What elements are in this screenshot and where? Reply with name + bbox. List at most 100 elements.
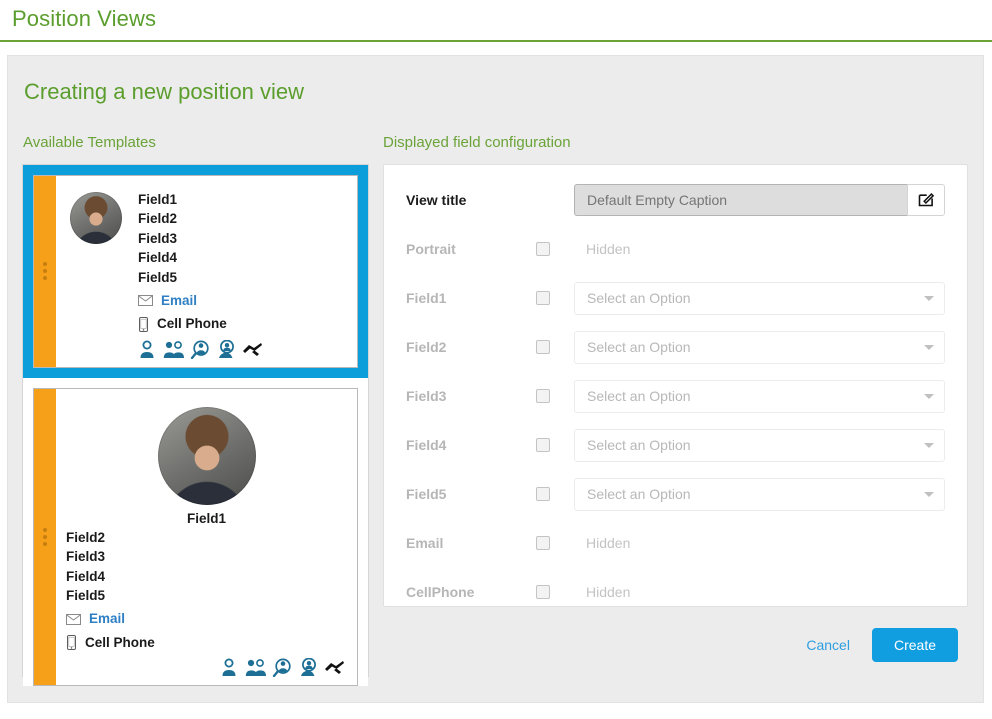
panel-title: Creating a new position view [24, 79, 305, 104]
template-field-1: Field1 [138, 192, 178, 207]
group-icon[interactable] [245, 658, 267, 677]
template-email-label: Email [89, 611, 126, 627]
config-row-cellphone: CellPhone Hidden [406, 575, 945, 609]
config-label-field3: Field3 [406, 388, 447, 404]
chevron-down-icon [924, 393, 934, 399]
config-label-field2: Field2 [406, 339, 447, 355]
template-fields: Field1 Field2 Field3 Field4 Field5 Email [138, 190, 265, 359]
template-drag-strip[interactable] [34, 388, 56, 686]
config-select-value-field2: Select an Option [587, 339, 691, 355]
template-title-field: Field1 [186, 510, 226, 526]
group-icon[interactable] [163, 340, 185, 359]
config-checkbox-email[interactable] [536, 536, 550, 550]
template-cellphone-label: Cell Phone [157, 316, 227, 332]
config-row-field3: Field3 Select an Option [406, 379, 945, 413]
config-select-value-field3: Select an Option [587, 388, 691, 404]
config-label-field5: Field5 [406, 486, 447, 502]
drag-handle-dots-icon [43, 262, 47, 281]
config-select-field2[interactable]: Select an Option [574, 330, 945, 364]
template-email-row: Email [66, 609, 347, 628]
person-chat-icon[interactable] [298, 658, 319, 677]
template-card-vertical[interactable]: Field1 Field2 Field3 Field4 Field5 Email [23, 377, 368, 687]
templates-list: Field1 Field2 Field3 Field4 Field5 Email [22, 164, 369, 687]
config-row-field1: Field1 Select an Option [406, 281, 945, 315]
template-card-inner: Field1 Field2 Field3 Field4 Field5 Email [33, 175, 358, 368]
template-field-2: Field2 [66, 529, 106, 545]
config-row-portrait: Portrait Hidden [406, 232, 945, 266]
field-configuration-panel: View title Portrait Hidden Field1 Sel [383, 164, 968, 607]
config-checkbox-field2[interactable] [536, 340, 550, 354]
template-field-4: Field4 [138, 250, 178, 266]
config-label-field1: Field1 [406, 290, 447, 306]
config-checkbox-field4[interactable] [536, 438, 550, 452]
config-select-field4[interactable]: Select an Option [574, 428, 945, 462]
page-header: Position Views [0, 0, 992, 42]
template-drag-strip[interactable] [34, 176, 56, 367]
config-value-email: Hidden [586, 535, 631, 551]
template-email-row: Email [138, 291, 265, 310]
template-field-5: Field5 [138, 269, 178, 285]
template-fields: Field2 Field3 Field4 Field5 Email Cell P… [66, 528, 347, 678]
template-card-horizontal[interactable]: Field1 Field2 Field3 Field4 Field5 Email [23, 165, 368, 378]
template-email-label: Email [161, 293, 198, 309]
template-cellphone-row: Cell Phone [138, 314, 265, 333]
edit-square-icon [918, 191, 935, 210]
config-select-field5[interactable]: Select an Option [574, 477, 945, 511]
view-title-label: View title [406, 192, 467, 208]
template-field-3: Field3 [66, 549, 106, 565]
template-body: Field1 Field2 Field3 Field4 Field5 Email [56, 176, 357, 367]
config-checkbox-field3[interactable] [536, 389, 550, 403]
config-select-field1[interactable]: Select an Option [574, 281, 945, 315]
view-title-input[interactable] [574, 184, 907, 216]
config-checkbox-field5[interactable] [536, 487, 550, 501]
config-select-value-field4: Select an Option [587, 437, 691, 453]
chevron-down-icon [924, 491, 934, 497]
person-search-icon[interactable] [190, 340, 211, 359]
config-row-email: Email Hidden [406, 526, 945, 560]
mobile-phone-icon [66, 635, 77, 651]
handshake-icon[interactable] [324, 658, 345, 677]
template-body: Field1 Field2 Field3 Field4 Field5 Email [56, 389, 357, 685]
create-button[interactable]: Create [871, 628, 958, 662]
config-label-cellphone: CellPhone [406, 584, 475, 600]
footer-actions: Cancel Create [802, 628, 958, 662]
template-action-icons [66, 658, 347, 678]
config-row-field2: Field2 Select an Option [406, 330, 945, 364]
drag-handle-dots-icon [43, 528, 47, 547]
config-row-field5: Field5 Select an Option [406, 477, 945, 511]
template-cellphone-label: Cell Phone [85, 634, 155, 650]
template-field-3: Field3 [138, 230, 178, 246]
view-title-edit-button[interactable] [907, 184, 945, 216]
person-search-icon[interactable] [272, 658, 293, 678]
config-value-portrait: Hidden [586, 241, 631, 257]
config-checkbox-cellphone[interactable] [536, 585, 550, 599]
available-templates-label: Available Templates [23, 134, 156, 151]
template-card-inner: Field1 Field2 Field3 Field4 Field5 Email [33, 387, 358, 687]
chevron-down-icon [924, 442, 934, 448]
chevron-down-icon [924, 344, 934, 350]
template-field-5: Field5 [66, 588, 106, 604]
envelope-icon [138, 295, 153, 307]
chevron-down-icon [924, 295, 934, 301]
person-chat-icon[interactable] [216, 339, 237, 359]
config-checkbox-portrait[interactable] [536, 242, 550, 256]
displayed-field-configuration-label: Displayed field configuration [383, 134, 571, 151]
handshake-icon[interactable] [242, 340, 263, 359]
portrait-avatar [157, 406, 256, 505]
person-icon[interactable] [138, 340, 158, 359]
create-view-panel: Creating a new position view Available T… [7, 55, 984, 703]
mobile-phone-icon [138, 316, 149, 332]
portrait-avatar [70, 192, 122, 244]
template-field-4: Field4 [66, 568, 106, 584]
page-title: Position Views [12, 6, 157, 31]
config-label-email: Email [406, 535, 444, 551]
envelope-icon [66, 613, 81, 625]
cancel-button[interactable]: Cancel [802, 631, 854, 659]
template-action-icons [138, 339, 265, 359]
template-cellphone-row: Cell Phone [66, 633, 347, 652]
config-label-portrait: Portrait [406, 241, 456, 257]
config-select-value-field1: Select an Option [587, 290, 691, 306]
config-select-field3[interactable]: Select an Option [574, 379, 945, 413]
person-icon[interactable] [220, 658, 240, 677]
config-checkbox-field1[interactable] [536, 291, 550, 305]
